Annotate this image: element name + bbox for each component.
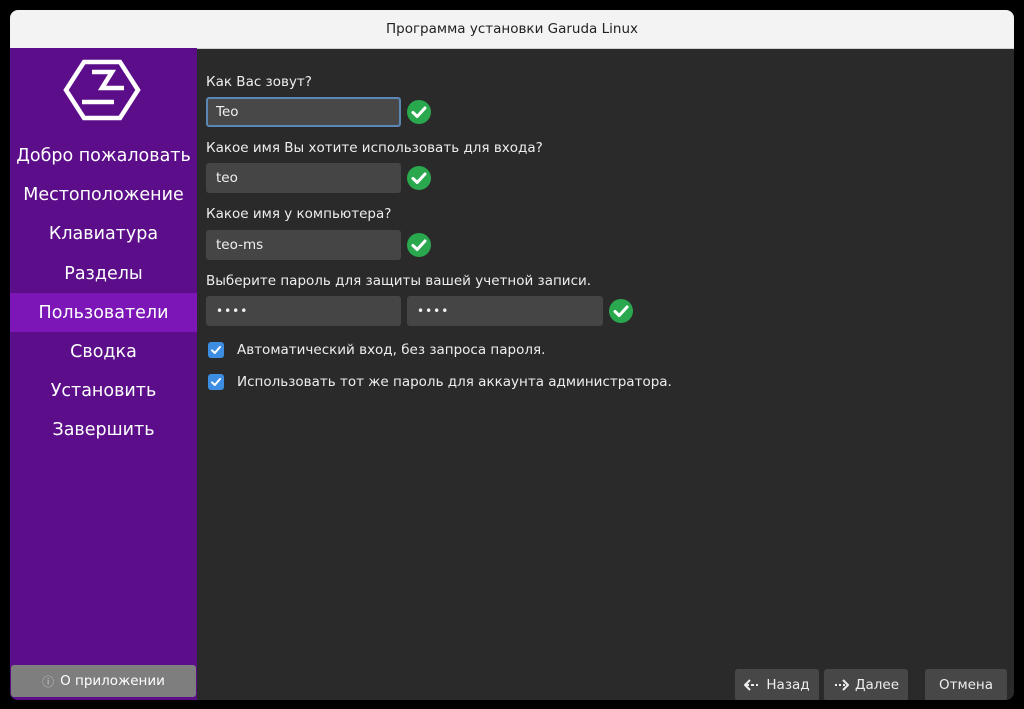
arrow-left-icon — [744, 679, 759, 691]
password-input[interactable]: •••• — [206, 296, 401, 326]
hostname-label: Какое имя у компьютера? — [206, 206, 392, 222]
sidebar-item-users[interactable]: Пользователи — [10, 293, 197, 332]
password-label: Выберите пароль для защиты вашей учетной… — [206, 273, 592, 289]
about-button[interactable]: ⓘ О приложении — [11, 665, 196, 697]
same-password-label: Использовать тот же пароль для аккаунта … — [237, 374, 672, 390]
autologin-label: Автоматический вход, без запроса пароля. — [237, 342, 546, 358]
sidebar-item-location[interactable]: Местоположение — [10, 175, 197, 214]
garuda-logo-icon — [63, 59, 141, 121]
hostname-valid-check-icon — [407, 233, 431, 257]
name-valid-check-icon — [407, 100, 431, 124]
login-valid-check-icon — [407, 166, 431, 190]
cancel-button[interactable]: Отмена — [925, 669, 1007, 700]
next-button[interactable]: Далее — [824, 669, 908, 700]
sidebar-item-keyboard[interactable]: Клавиатура — [10, 214, 197, 253]
title-bar: Программа установки Garuda Linux — [10, 10, 1014, 49]
back-button[interactable]: Назад — [735, 669, 819, 700]
about-label: О приложении — [60, 673, 165, 689]
sidebar-item-install[interactable]: Установить — [10, 371, 197, 410]
password-valid-check-icon — [609, 299, 633, 323]
sidebar-item-partitions[interactable]: Разделы — [10, 254, 197, 293]
users-page: Как Вас зовут? Teo Какое имя Вы хотите и… — [197, 48, 1014, 700]
next-label: Далее — [854, 677, 900, 693]
hostname-input[interactable]: teo-ms — [206, 230, 401, 260]
back-label: Назад — [766, 677, 810, 693]
login-name-input[interactable]: teo — [206, 163, 401, 193]
checkbox-checked-icon[interactable] — [208, 342, 224, 358]
cancel-label: Отмена — [938, 677, 994, 693]
installer-window: Программа установки Garuda Linux Добро п… — [10, 10, 1014, 700]
sidebar-item-finish[interactable]: Завершить — [10, 410, 197, 449]
same-password-checkbox[interactable]: Использовать тот же пароль для аккаунта … — [208, 374, 672, 390]
arrow-right-icon — [834, 679, 849, 691]
password-confirm-input[interactable]: •••• — [407, 296, 603, 326]
info-icon: ⓘ — [42, 674, 55, 689]
login-label: Какое имя Вы хотите использовать для вхо… — [206, 140, 543, 156]
sidebar-item-welcome[interactable]: Добро пожаловать — [10, 136, 197, 175]
full-name-input[interactable]: Teo — [206, 97, 401, 127]
sidebar-item-summary[interactable]: Сводка — [10, 332, 197, 371]
name-label: Как Вас зовут? — [206, 74, 312, 90]
checkbox-checked-icon[interactable] — [208, 374, 224, 390]
window-title: Программа установки Garuda Linux — [385, 21, 638, 37]
autologin-checkbox[interactable]: Автоматический вход, без запроса пароля. — [208, 342, 545, 358]
sidebar: Добро пожаловать Местоположение Клавиату… — [10, 48, 197, 700]
